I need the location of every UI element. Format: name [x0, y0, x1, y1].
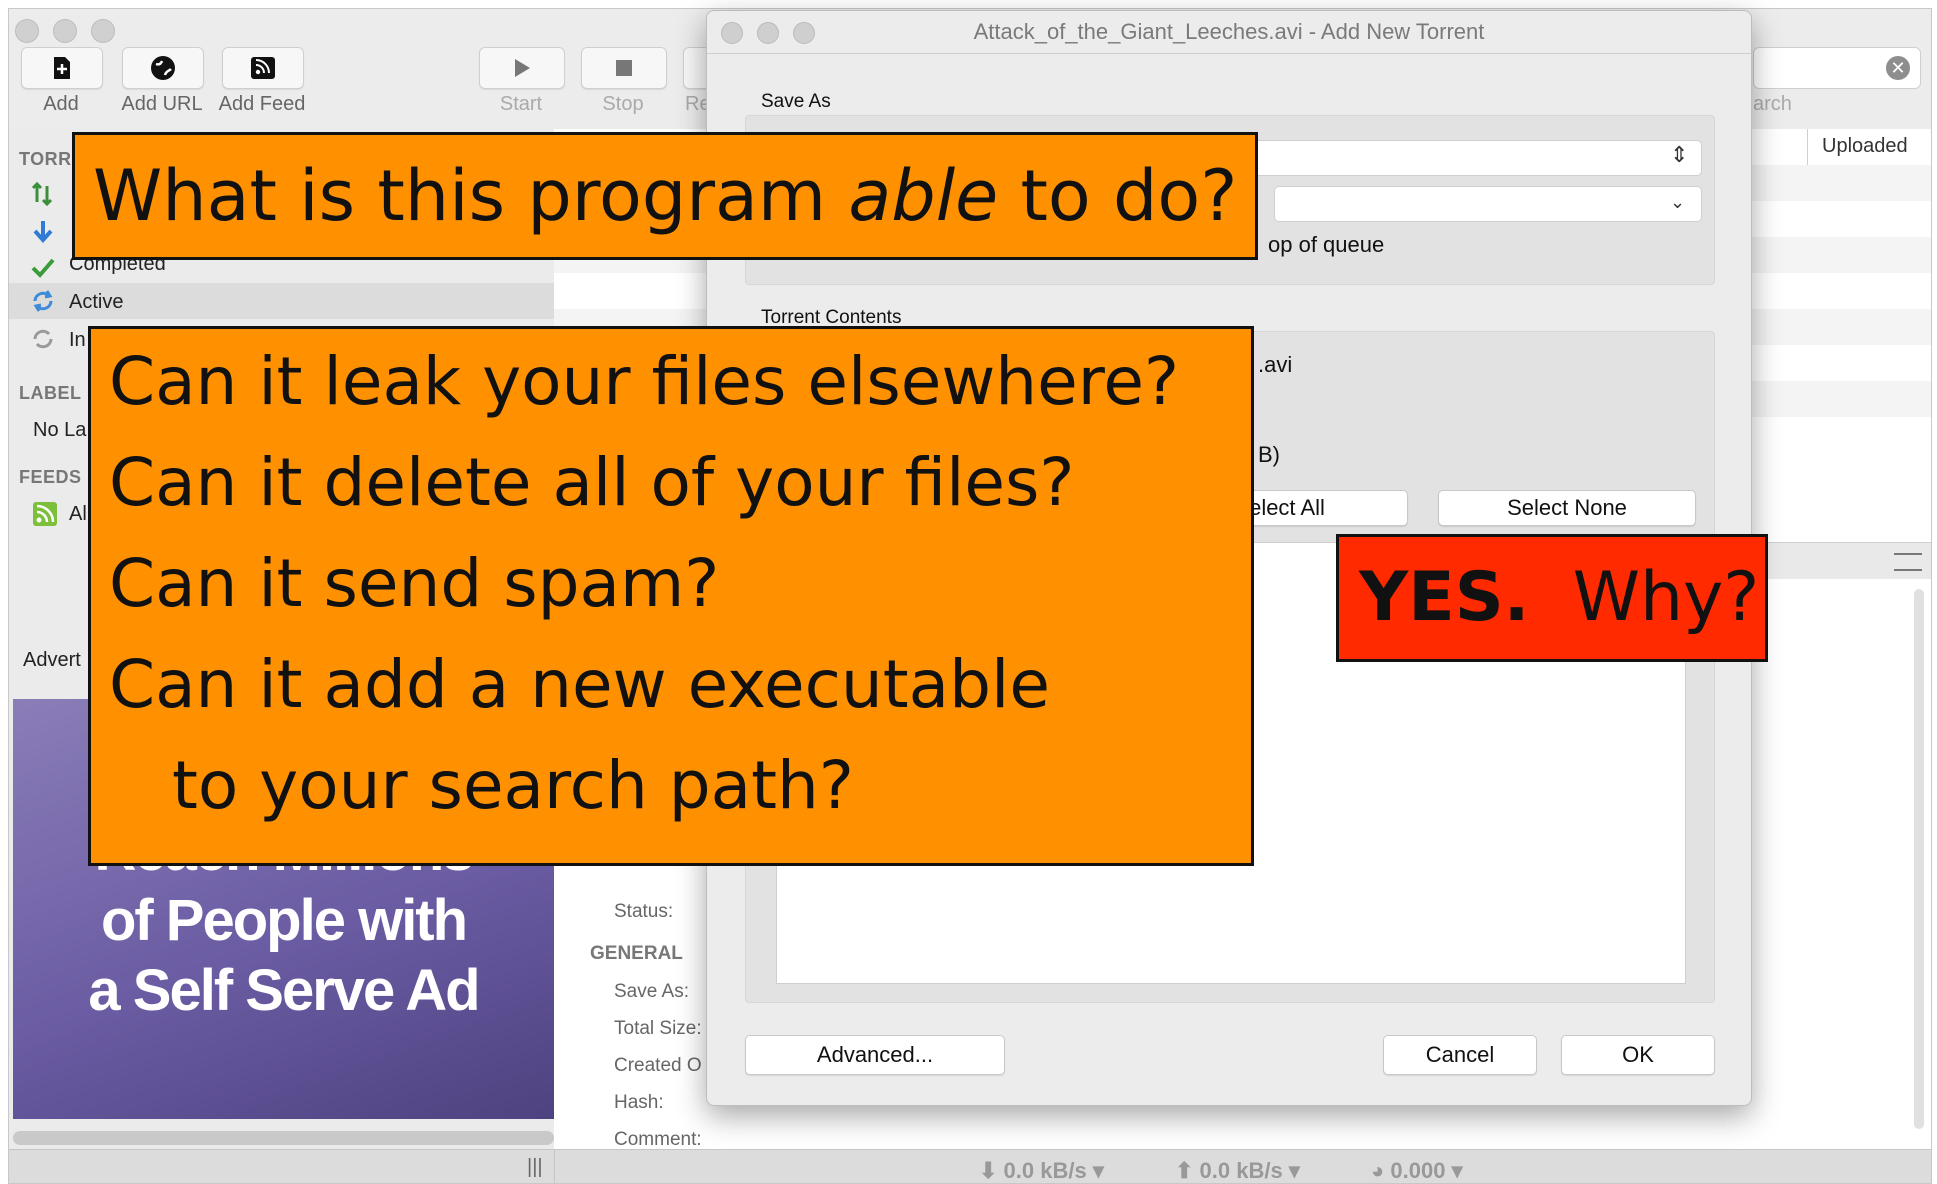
labels-heading: LABEL	[19, 383, 82, 403]
title-divider	[707, 53, 1751, 54]
upload-speed[interactable]: ⬆ 0.0 kB/s ▾	[1175, 1158, 1300, 1183]
question-part-1: What is this program	[93, 155, 849, 237]
detail-comment-label: Comment:	[614, 1129, 702, 1150]
sidebar-resize-grip[interactable]: |||	[527, 1156, 543, 1179]
downloading-icon	[33, 221, 53, 243]
answer-why: Why?	[1529, 558, 1760, 637]
save-as-label: Save As	[761, 91, 831, 112]
all-torrents-icon	[31, 182, 53, 206]
advertisement-label: Advert	[23, 649, 81, 671]
chevron-down-icon: ⌄	[1670, 192, 1686, 212]
stop-button[interactable]	[581, 47, 667, 89]
detail-created-on-label: Created O	[614, 1055, 702, 1076]
question-emphasis: able	[848, 155, 999, 237]
stop-label: Stop	[602, 93, 644, 115]
ad-line-3: a Self Serve Ad	[88, 958, 480, 1023]
general-heading: GENERAL	[590, 943, 683, 964]
detail-total-size-label: Total Size:	[614, 1018, 702, 1039]
start-label: Start	[499, 93, 543, 115]
advanced-button[interactable]: Advanced...	[745, 1035, 1005, 1075]
active-icon	[33, 290, 53, 312]
answer-yes: YES.	[1359, 558, 1530, 637]
inactive-icon	[33, 329, 53, 349]
clear-search-icon[interactable]: ✕	[1886, 56, 1910, 80]
label-select[interactable]	[1274, 186, 1702, 222]
risk-question-2: Can it delete all of your files?	[109, 444, 1075, 521]
torrents-heading: TORR	[19, 149, 72, 169]
updown-chevron-icon: ⇕	[1670, 142, 1689, 167]
risk-question-3: Can it send spam?	[109, 545, 720, 622]
cancel-button[interactable]: Cancel	[1383, 1035, 1537, 1075]
risk-questions-callout: Can it leak your files elsewhere? Can it…	[88, 326, 1254, 866]
stop-icon	[616, 60, 632, 76]
rss-icon	[33, 502, 57, 526]
add-url-button[interactable]	[122, 47, 204, 89]
sidebar-scrollbar[interactable]	[13, 1131, 554, 1145]
sidebar-item-active-label: Active	[69, 291, 124, 313]
add-url-label: Add URL	[121, 93, 203, 115]
capability-question-callout: What is this program able to do?	[72, 132, 1258, 260]
column-header-uploaded[interactable]: Uploaded	[1822, 135, 1908, 158]
close-window-button[interactable]	[15, 19, 39, 43]
add-feed-button[interactable]	[222, 47, 304, 89]
dialog-title: Attack_of_the_Giant_Leeches.avi - Add Ne…	[973, 19, 1485, 44]
play-icon	[515, 59, 530, 77]
status-divider	[554, 1150, 555, 1183]
ad-line-2: of People with	[100, 888, 468, 953]
feed-icon	[251, 57, 275, 79]
risk-question-1: Can it leak your files elsewhere?	[109, 343, 1180, 420]
completed-icon	[31, 258, 55, 278]
add-to-top-of-queue-label[interactable]: op of queue	[1268, 232, 1384, 258]
minimize-window-button[interactable]	[53, 19, 77, 43]
globe-icon	[151, 56, 175, 80]
select-none-button[interactable]: Select None	[1438, 490, 1696, 526]
details-scrollbar[interactable]	[1914, 589, 1924, 1129]
column-divider	[1807, 129, 1808, 165]
add-file-icon	[54, 57, 70, 79]
question-part-2: to do?	[998, 155, 1238, 237]
detail-hash-label: Hash:	[614, 1092, 664, 1113]
add-button[interactable]	[21, 47, 103, 89]
sidebar-item-no-label[interactable]: No La	[33, 419, 86, 442]
detail-status-label: Status:	[614, 901, 674, 922]
zoom-window-button[interactable]	[91, 19, 115, 43]
sidebar-item-all-feeds[interactable]: Al	[69, 503, 87, 526]
detail-save-as-label: Save As:	[614, 981, 689, 1002]
answer-callout: YES. Why?	[1336, 534, 1768, 662]
search-label: arch	[1753, 93, 1792, 115]
risk-question-5: to your search path?	[109, 747, 854, 824]
feeds-heading: FEEDS	[19, 467, 82, 487]
file-name[interactable]: .avi	[1258, 352, 1292, 378]
status-bar: ||| ⬇ 0.0 kB/s ▾ ⬆ 0.0 kB/s ▾ ◕ 0.000 ▾	[9, 1149, 1931, 1183]
risk-question-4: Can it add a new executable	[109, 646, 1050, 723]
start-button[interactable]	[479, 47, 565, 89]
details-menu-icon[interactable]	[1894, 553, 1922, 571]
share-ratio[interactable]: ◕ 0.000 ▾	[1371, 1158, 1463, 1183]
capability-question: What is this program able to do?	[93, 135, 1255, 257]
download-speed[interactable]: ⬇ 0.0 kB/s ▾	[979, 1158, 1104, 1183]
answer-text: YES. Why?	[1359, 537, 1765, 659]
sidebar-item-inactive[interactable]: In	[69, 329, 86, 352]
add-feed-label: Add Feed	[218, 93, 306, 115]
ok-button[interactable]: OK	[1561, 1035, 1715, 1075]
file-size: B)	[1258, 442, 1280, 467]
add-label: Add	[43, 93, 79, 115]
